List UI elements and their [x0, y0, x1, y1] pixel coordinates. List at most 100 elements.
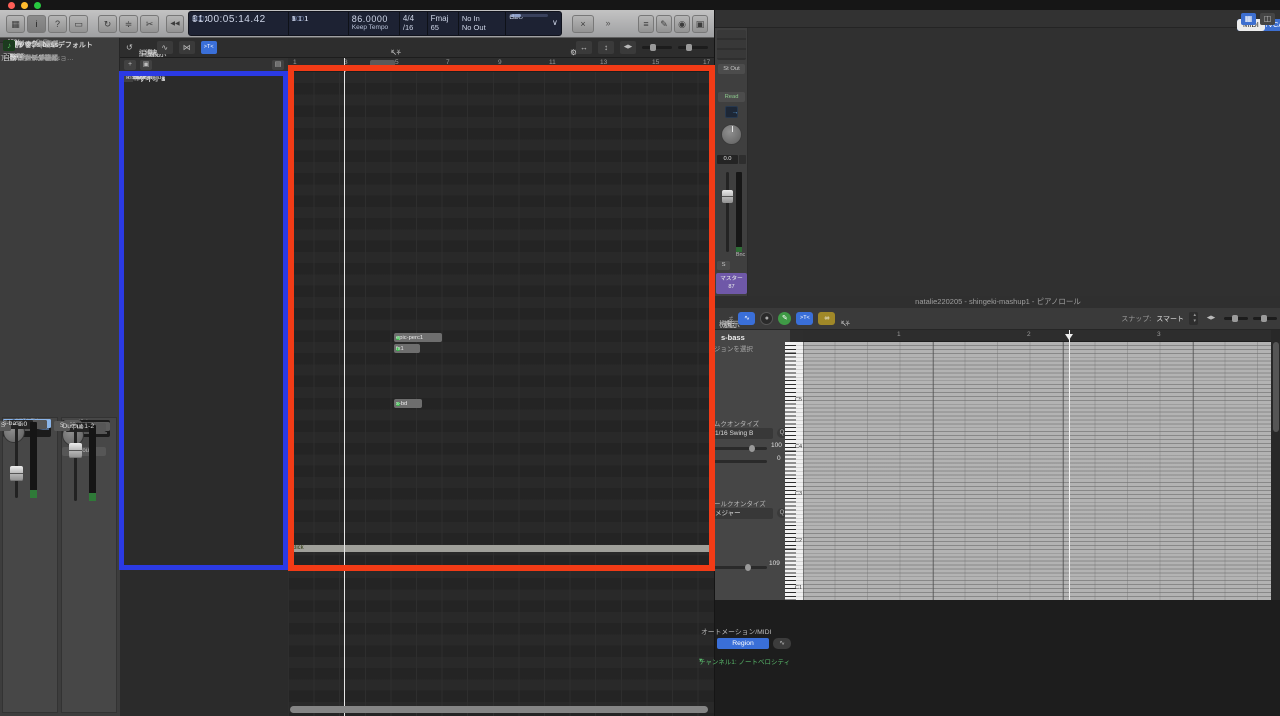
- quantize-range-slider[interactable]: [715, 460, 767, 463]
- playhead[interactable]: [1069, 330, 1070, 600]
- scale-quantize-value[interactable]: メジャー: [715, 508, 773, 519]
- editors-toggle-icon[interactable]: ✂: [140, 15, 159, 33]
- inspector-toggle-icon[interactable]: i: [27, 15, 46, 33]
- channel-name-label[interactable]: マスター 87: [716, 273, 747, 294]
- quantize-range-value[interactable]: 0: [777, 455, 781, 462]
- library-toggle-icon[interactable]: ▦: [6, 15, 25, 33]
- playhead-marker[interactable]: [1065, 334, 1073, 340]
- drag-mode-icon[interactable]: ↔: [576, 41, 592, 54]
- catch-playhead-icon[interactable]: ◀▶: [1203, 312, 1219, 325]
- lcd-locators[interactable]: 0004 1 1 0001 0005 1 1 0001: [289, 12, 349, 35]
- playhead[interactable]: [344, 58, 345, 716]
- collaboration-icon[interactable]: ◉: [674, 15, 690, 33]
- arrange-grid[interactable]: [288, 72, 714, 716]
- region-name: s-bd: [396, 401, 407, 407]
- duplicate-track-button[interactable]: ▣: [140, 60, 152, 70]
- automation-mode-label[interactable]: オートメーション/MIDI: [701, 626, 771, 636]
- quantize-strength-value[interactable]: 100: [771, 442, 782, 449]
- piano-roll-window-title[interactable]: natalie220205 - shingeki-mashup1 - ピアノロー…: [715, 296, 1280, 308]
- lcd-mode-chevron[interactable]: ∨: [552, 18, 558, 27]
- automation-icon[interactable]: ∿: [157, 41, 173, 54]
- horizontal-zoom-slider[interactable]: [678, 46, 708, 49]
- output-button[interactable]: St Out: [718, 64, 745, 74]
- toolbar-toggle-icon[interactable]: ▭: [69, 15, 88, 33]
- mixer-toggle-icon[interactable]: ≑: [119, 15, 138, 33]
- channel-strip-name[interactable]: Output 1-2: [62, 423, 94, 430]
- volume-value[interactable]: 0.0: [717, 155, 738, 164]
- channel-input-icon[interactable]: ♪→: [725, 106, 738, 118]
- bar-ruler[interactable]: 1357911131517: [288, 58, 714, 72]
- lcd-key-velocity[interactable]: Fmaj 65: [428, 12, 459, 35]
- vertical-scrollbar[interactable]: [1271, 330, 1280, 600]
- note-grid[interactable]: [803, 342, 1271, 600]
- midi-in-icon[interactable]: >T<: [201, 41, 217, 54]
- quick-help-icon[interactable]: ?: [48, 15, 67, 33]
- piano-roll-ruler[interactable]: 1234: [803, 330, 1271, 342]
- list-editors-icon[interactable]: ≡: [638, 15, 654, 33]
- volume-fader[interactable]: [62, 425, 102, 501]
- midi-region[interactable]: s-bd: [394, 399, 422, 408]
- volume-fader[interactable]: [719, 172, 744, 252]
- horizontal-scrollbar[interactable]: [290, 706, 708, 713]
- channel-strip-name[interactable]: s-bass: [3, 420, 23, 427]
- solo-button[interactable]: S: [717, 261, 730, 270]
- close-traffic-light[interactable]: [8, 2, 15, 9]
- midi-region[interactable]: epic-perc1: [394, 333, 442, 342]
- lcd-signature[interactable]: 4/4 /16: [400, 12, 428, 35]
- master-mute-icon[interactable]: ×: [572, 15, 594, 33]
- piano-keyboard[interactable]: [785, 342, 803, 600]
- region-selection-label: リージョンを選択: [715, 343, 753, 353]
- track-list: 1 ♪→◇ M S R I オーディオ 1 2 ♪→◇ M S R I: [120, 72, 288, 716]
- catch-icon[interactable]: ●: [760, 312, 773, 325]
- minimize-traffic-light[interactable]: [21, 2, 28, 9]
- snap-stepper-icon[interactable]: ▴▾: [1189, 312, 1198, 325]
- automation-icon[interactable]: ∿: [738, 312, 755, 325]
- automation-read-button[interactable]: Read: [718, 92, 745, 102]
- horizontal-zoom-slider[interactable]: [1253, 317, 1277, 320]
- note-pads-icon[interactable]: ✎: [656, 15, 672, 33]
- brush-tool-icon[interactable]: ✎: [778, 312, 791, 325]
- volume-fader[interactable]: [3, 422, 43, 498]
- pan-knob[interactable]: [721, 124, 742, 145]
- capture-icon[interactable]: ▣: [692, 15, 708, 33]
- plugin-slots[interactable]: [717, 30, 746, 60]
- track-icon-row[interactable]: アイコン: ♪: [0, 38, 119, 52]
- cycle-range[interactable]: [370, 60, 395, 68]
- piano-roll-inspector: s-bass リージョンを選択 タイムクオンタイズ 1/16 Swing B Q…: [715, 330, 791, 600]
- bounce-label[interactable]: Bnc: [736, 252, 745, 258]
- fader-cap[interactable]: [722, 190, 733, 203]
- automation-curve-icon[interactable]: ∿: [773, 638, 791, 649]
- mixer-view-split-icon[interactable]: ◫: [1260, 13, 1275, 25]
- lcd-tempo[interactable]: 86.0000 Keep Tempo: [349, 12, 400, 35]
- toolbar-overflow-icon[interactable]: »: [600, 15, 616, 33]
- track-header-options-icon[interactable]: ▤: [272, 60, 284, 70]
- window-titlebar[interactable]: [0, 0, 1280, 10]
- region-automation-button[interactable]: Region: [717, 638, 769, 649]
- mixer-view-single-icon[interactable]: ▦: [1241, 13, 1256, 25]
- lcd-position[interactable]: 01:00:05:14.42 0003 1 1 0001: [189, 12, 289, 35]
- velocity-slider[interactable]: [715, 566, 767, 569]
- catch-playhead-icon[interactable]: ◀▶: [620, 41, 636, 54]
- midi-region[interactable]: fx1: [394, 344, 420, 353]
- vertical-zoom-slider[interactable]: [1224, 317, 1248, 320]
- rewind-button-dup: ◀◀: [166, 15, 184, 33]
- auto-zoom-icon[interactable]: ↕: [598, 41, 614, 54]
- arrange-toolbar: ↺ 編集 ∨ 機能 ∨ 表示 ∨ ∿ ⋈ >T< ↖ ∨ + ∨ ⚙ ∨ ↔ ↕…: [120, 38, 714, 58]
- time-quantize-value[interactable]: 1/16 Swing B: [715, 428, 773, 439]
- quantize-strength-slider[interactable]: [715, 447, 767, 450]
- undo-icon[interactable]: ↺: [126, 43, 133, 52]
- vertical-zoom-slider[interactable]: [642, 46, 672, 49]
- mixer-channel-strip[interactable]: St Out Read ♪→ 0.0 Bnc M S: [715, 28, 748, 296]
- velocity-value[interactable]: 109: [769, 560, 780, 567]
- track-icon[interactable]: ♪: [3, 40, 15, 51]
- smart-controls-icon[interactable]: ↻: [98, 15, 117, 33]
- output-channel-strip: 設定 Linear EQAdLimit Group Read 0.0 Bnce …: [61, 417, 117, 713]
- playhead-marker[interactable]: [340, 66, 350, 72]
- midi-in-icon[interactable]: >T<: [796, 312, 813, 325]
- flex-icon[interactable]: ⋈: [179, 41, 195, 54]
- click-track-region[interactable]: click: [290, 545, 710, 552]
- zoom-traffic-light[interactable]: [34, 2, 41, 9]
- link-icon[interactable]: ∞: [818, 312, 835, 325]
- add-track-button[interactable]: +: [124, 60, 136, 70]
- snap-value[interactable]: スマート: [1156, 314, 1184, 324]
